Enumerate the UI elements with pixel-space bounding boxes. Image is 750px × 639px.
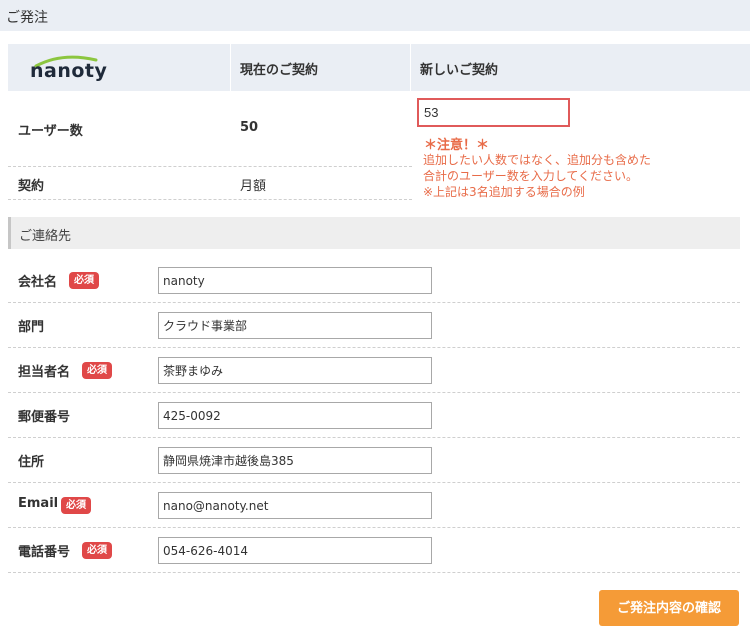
notice-box: ＊注意！＊ 追加したい人数ではなく、追加分も含めた 合計のユーザー数を入力してく… — [412, 130, 750, 200]
confirm-order-button[interactable]: ご発注内容の確認 — [599, 590, 739, 626]
plan-label: 契約 — [18, 179, 45, 194]
notice-line: ※上記は3名追加する場合の例 — [423, 185, 585, 199]
current-users-value: 50 — [240, 120, 259, 135]
address-label: 住所 — [18, 455, 45, 470]
phone-label: 電話番号 — [18, 545, 71, 560]
required-badge: 必須 — [69, 272, 99, 289]
new-users-input[interactable] — [417, 98, 570, 127]
department-label: 部門 — [18, 320, 45, 335]
required-badge: 必須 — [61, 497, 91, 514]
postal-code-input[interactable] — [158, 402, 432, 429]
new-contract-header: 新しいご契約 — [420, 63, 499, 78]
page-header: ご発注 — [0, 0, 750, 31]
nanoty-logo: nanoty — [30, 54, 107, 82]
contact-person-label: 担当者名 — [18, 365, 71, 380]
required-badge: 必須 — [82, 362, 112, 379]
notice-line: 合計のユーザー数を入力してください。 — [423, 169, 639, 183]
email-input[interactable] — [158, 492, 432, 519]
logo-text: nanoty — [30, 60, 108, 82]
current-plan-value: 月額 — [240, 179, 267, 194]
page-title: ご発注 — [6, 10, 48, 26]
contact-section-title: ご連絡先 — [19, 229, 72, 244]
postal-code-label: 郵便番号 — [18, 410, 71, 425]
department-input[interactable] — [158, 312, 432, 339]
contract-table-header: nanoty 現在のご契約 新しいご契約 — [8, 44, 750, 91]
contact-person-input[interactable] — [158, 357, 432, 384]
required-badge: 必須 — [82, 542, 112, 559]
current-contract-header: 現在のご契約 — [240, 63, 319, 78]
address-input[interactable] — [158, 447, 432, 474]
email-label: Email — [18, 496, 59, 511]
phone-input[interactable] — [158, 537, 432, 564]
notice-line: 追加したい人数ではなく、追加分も含めた — [423, 153, 652, 167]
users-label: ユーザー数 — [18, 124, 83, 139]
contact-section-header: ご連絡先 — [8, 217, 740, 249]
company-label: 会社名 — [18, 275, 58, 290]
company-input[interactable] — [158, 267, 432, 294]
